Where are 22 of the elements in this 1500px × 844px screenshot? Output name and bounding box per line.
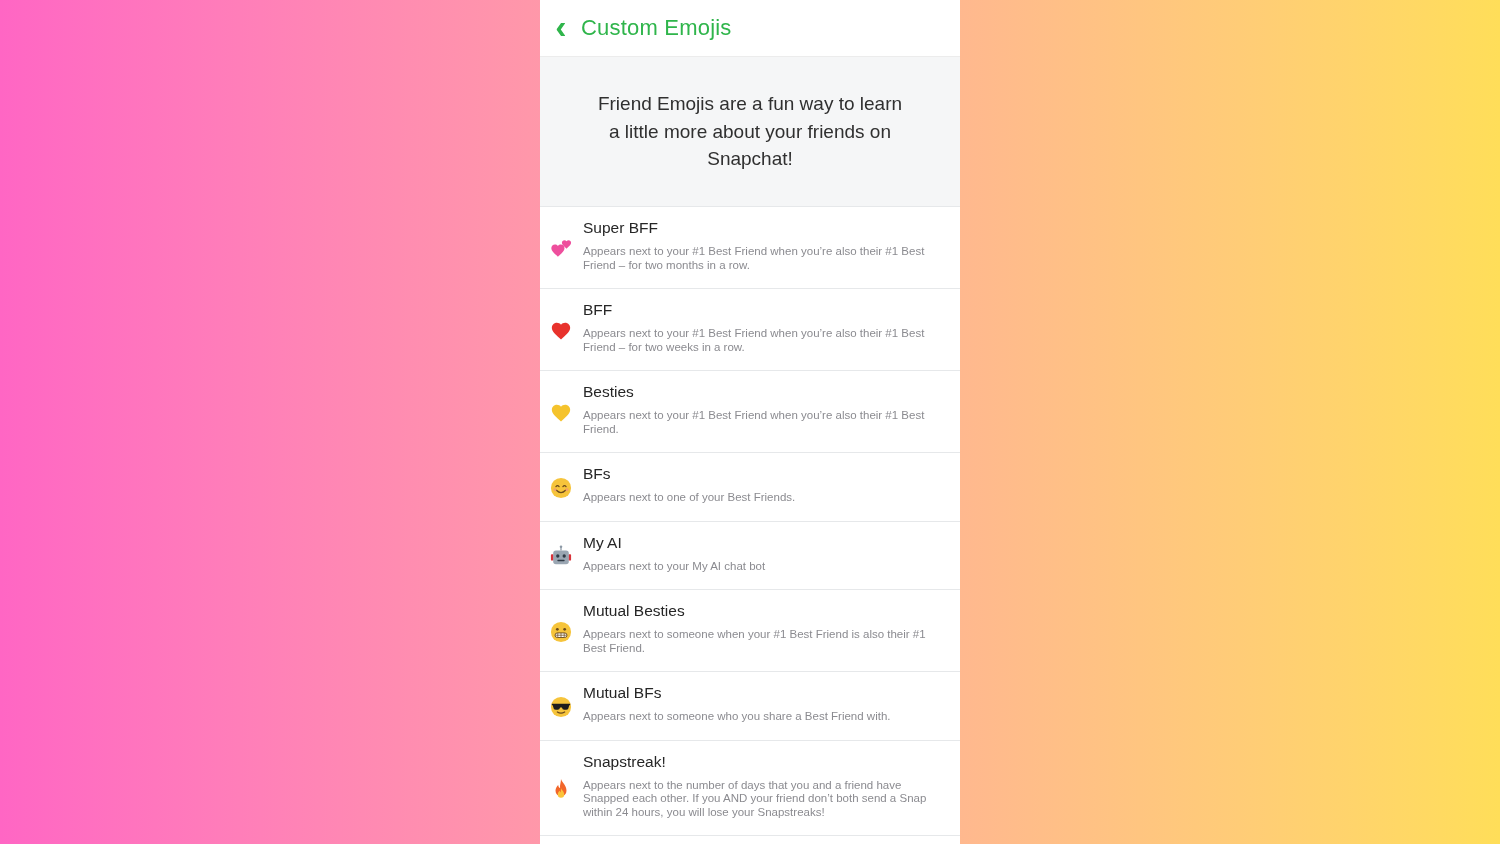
emoji-title: Snapstreak! <box>583 752 667 771</box>
emoji-description: Appears next to one of your Best Friends. <box>583 491 797 505</box>
emoji-title: BFF <box>583 301 614 319</box>
emoji-description: Appears next to someone when your #1 Best Friend is also their #1 Best Friend. <box>583 628 927 655</box>
emoji-title: Mutual BFs <box>583 684 663 702</box>
emoji-description: Appears next to your #1 Best Friend when you’re also their #1 Best Friend – for two weeks in a row. <box>583 327 926 354</box>
back-button[interactable]: ‹ <box>553 11 569 41</box>
emoji-description: Appears next to someone who you share a Best Friend with. <box>583 710 892 724</box>
emoji-description: Appears next to the number of days that you and a friend have Snapped each other. If you AND your friend don’t both send a Snap within 24 hours, you will lose your Snapstreaks! <box>583 778 928 819</box>
emoji-description: Appears next to your #1 Best Friend when you’re also their #1 Best Friend – for two months in a row. <box>583 245 926 272</box>
sunglasses-face-icon <box>550 695 572 718</box>
emoji-title: Besties <box>583 383 635 401</box>
emoji-title: Super BFF <box>583 219 659 237</box>
emoji-title: BFs <box>583 465 612 483</box>
grimacing-face-icon <box>550 620 572 643</box>
smiling-face-icon <box>550 476 572 499</box>
emoji-title: Mutual Besties <box>583 602 686 620</box>
emoji-title: My AI <box>583 533 623 552</box>
intro-text: Friend Emojis are a fun way to learn a little more about your friends on Snapchat! <box>596 92 904 172</box>
emoji-description: Appears next to your #1 Best Friend when you’re also their #1 Best Friend. <box>583 409 926 436</box>
emoji-description: Appears next to your My AI chat bot <box>583 559 767 573</box>
page-title: Custom Emojis <box>581 15 732 41</box>
